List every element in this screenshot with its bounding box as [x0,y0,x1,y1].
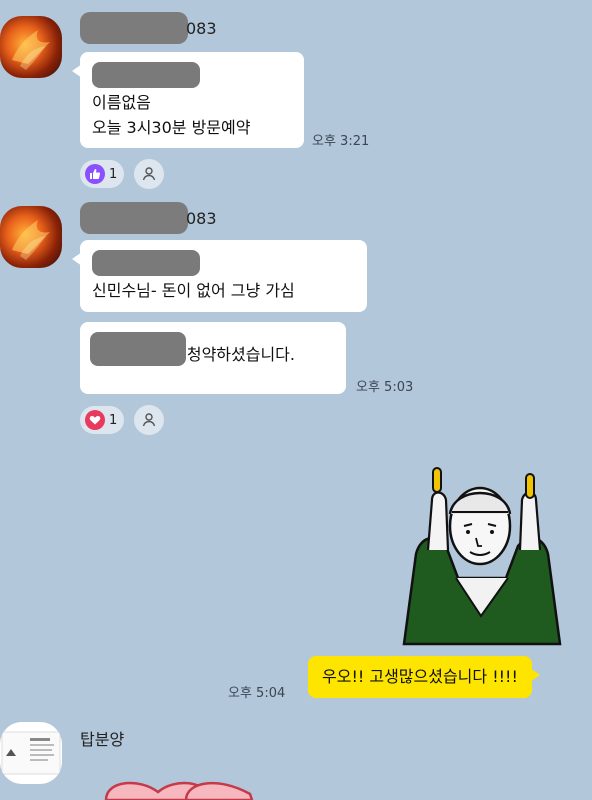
sender-avatar[interactable] [0,206,62,268]
sender-name: 083 [80,12,217,44]
reaction-heart[interactable]: 1 [80,406,125,434]
phoenix-avatar-icon [12,220,50,260]
redacted-name-block [80,12,188,44]
redacted-text-block [92,250,200,276]
message-line: 신민수님- 돈이 없어 그냥 가심 [92,281,295,300]
heart-icon [85,410,105,430]
sender-name-suffix: 083 [186,18,217,38]
message-time: 오후 3:21 [312,134,370,149]
reaction-count: 1 [109,166,118,182]
sender-name: 탑분양 [80,730,125,749]
redacted-text-block [90,332,186,366]
sender-name-suffix: 083 [186,208,217,228]
person-icon [142,167,156,181]
sender-avatar[interactable] [0,16,62,78]
heart-sticker-icon [104,781,254,800]
message-line: 이름없음 [92,93,151,112]
business-card-avatar-icon [1,731,61,775]
reaction-add-button[interactable] [134,159,164,189]
message-bubble[interactable]: - 청약하셨습니다. [80,322,346,394]
thumbs-up-man-sticker[interactable] [398,466,564,646]
phoenix-avatar-icon [12,30,50,70]
redacted-text-block [92,62,200,88]
my-message-bubble[interactable]: 우오!! 고생많으셨습니다 !!!! [308,656,540,698]
sender-name: 083 [80,202,217,234]
thumbs-up-icon [85,164,105,184]
message-bubble[interactable]: 이름없음 오늘 3시30분 방문예약 [72,52,304,148]
reaction-count: 1 [109,412,118,428]
sticker-illustration [402,467,562,646]
sender-avatar[interactable] [0,722,62,784]
redacted-name-block [80,202,188,234]
my-message-time: 오후 5:04 [228,686,286,701]
reaction-like[interactable]: 1 [80,160,125,188]
message-time: 오후 5:03 [356,380,414,395]
message-line: 오늘 3시30분 방문예약 [92,118,251,137]
reaction-add-button[interactable] [134,405,164,435]
person-icon [142,413,156,427]
message-bubble[interactable]: 신민수님- 돈이 없어 그냥 가심 [72,240,367,312]
heart-sticker[interactable] [100,774,256,800]
